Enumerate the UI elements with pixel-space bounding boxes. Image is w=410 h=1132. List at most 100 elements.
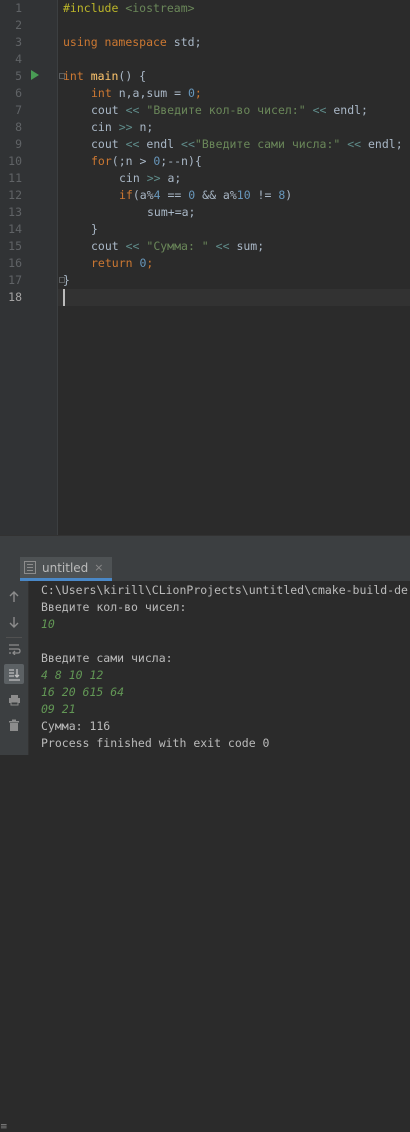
- line-number: 1: [15, 1, 22, 15]
- line-number: 7: [15, 103, 22, 117]
- line-number: 14: [8, 222, 22, 236]
- soft-wrap-icon[interactable]: [4, 639, 24, 659]
- code-line-17: }: [63, 273, 70, 287]
- code-line-12: if(a%4 == 0 && a%10 != 8): [119, 187, 292, 204]
- line-number: 16: [8, 256, 22, 270]
- line-number: 4: [15, 52, 22, 66]
- code-line-8: cin >> n;: [91, 119, 153, 136]
- code-line-15: cout << "Сумма: " << sum;: [91, 238, 264, 255]
- number-literal: 4: [153, 188, 161, 202]
- console-line-prompt: Введите кол-во чисел:: [41, 600, 187, 614]
- console-line-prompt: Введите сами числа:: [41, 651, 173, 665]
- tool-window-options-icon[interactable]: ≡: [0, 1122, 8, 1132]
- toolbar-separator: [6, 637, 22, 638]
- code-text: endl;: [326, 103, 368, 117]
- semicolon: ;: [146, 256, 154, 270]
- code-text: !=: [250, 188, 279, 202]
- tab-untitled[interactable]: untitled ×: [20, 557, 112, 581]
- code-line-5: int main() {: [63, 68, 146, 85]
- function-name: main: [83, 69, 119, 83]
- run-icon[interactable]: [31, 70, 39, 80]
- line-number: 5: [15, 69, 22, 83]
- console-output[interactable]: C:\Users\kirill\CLionProjects\untitled\c…: [29, 581, 410, 755]
- print-icon[interactable]: [4, 690, 24, 710]
- line-number: 9: [15, 137, 22, 151]
- number-literal: 0: [132, 256, 147, 270]
- scroll-to-end-icon[interactable]: [4, 664, 24, 684]
- string-literal: "Введите кол-во чисел:": [139, 103, 306, 117]
- console-line-input: 16 20 615 64: [41, 685, 125, 699]
- number-literal: 10: [236, 188, 251, 202]
- code-text: endl;: [361, 137, 403, 151]
- code-line-1: #include <iostream>: [63, 0, 195, 17]
- code-line-13: sum+=a;: [147, 205, 196, 219]
- line-number: 8: [15, 120, 22, 134]
- code-text: cin: [91, 120, 119, 134]
- code-text: () {: [118, 69, 147, 83]
- code-line-7: cout << "Введите кол-во чисел:" << endl;: [91, 102, 368, 119]
- string-literal: "Введите сами числа:": [194, 137, 341, 151]
- code-text: ): [285, 188, 293, 202]
- code-text: ;--n){: [160, 154, 202, 168]
- code-line-9: cout << endl <<"Введите сами числа:" << …: [91, 136, 403, 153]
- line-number: 13: [8, 205, 22, 219]
- console-line-input: 09 21: [41, 702, 76, 716]
- code-editor[interactable]: 1 2 3 4 5 6 7 8 9 10 11 12 13 14 15 16 1…: [0, 0, 410, 535]
- current-line-highlight: [58, 289, 410, 306]
- preprocessor-directive: #include: [63, 1, 119, 15]
- keyword: for: [91, 154, 112, 168]
- code-line-14: }: [91, 222, 98, 236]
- string-literal: "Сумма: ": [139, 239, 209, 253]
- console-line-result: Сумма: 116: [41, 719, 111, 733]
- console-icon: [24, 561, 36, 574]
- line-number: 6: [15, 86, 22, 100]
- keyword: int: [63, 69, 84, 83]
- code-line-11: cin >> a;: [119, 170, 181, 187]
- code-text: (a%: [132, 188, 154, 202]
- code-text: (;n >: [111, 154, 154, 168]
- operator: <<: [125, 239, 140, 253]
- console-line-input: 10: [41, 617, 55, 631]
- operator: <<: [125, 137, 140, 151]
- code-text: cin: [119, 171, 147, 185]
- code-line-10: for(;n > 0;--n){: [91, 153, 202, 170]
- code-text: n,a,sum =: [111, 86, 188, 100]
- keyword: int: [91, 86, 112, 100]
- line-number: 10: [8, 154, 22, 168]
- code-line-6: int n,a,sum = 0;: [91, 85, 202, 102]
- operator: <<: [340, 137, 362, 151]
- code-text: cout: [91, 137, 126, 151]
- panel-splitter[interactable]: [0, 535, 410, 558]
- code-text: ==: [160, 188, 189, 202]
- include-header: <iostream>: [118, 1, 195, 15]
- arrow-down-icon[interactable]: [4, 612, 24, 632]
- run-toolbar: [0, 581, 29, 755]
- close-icon[interactable]: ×: [94, 561, 103, 574]
- code-text: sum;: [229, 239, 265, 253]
- keyword: return: [91, 256, 133, 270]
- text-cursor: [63, 289, 65, 306]
- run-tab-bar: ≡ untitled ×: [0, 557, 410, 1132]
- gutter-separator: [57, 0, 58, 535]
- arrow-up-icon[interactable]: [4, 587, 24, 607]
- operator: <<: [208, 239, 230, 253]
- operator: <<: [125, 103, 140, 117]
- code-text: a;: [160, 171, 182, 185]
- operator: >>: [118, 120, 133, 134]
- keyword: if: [119, 188, 133, 202]
- console-line-input: 4 8 10 12: [41, 668, 104, 682]
- line-number-current: 18: [8, 290, 22, 304]
- code-text: cout: [91, 239, 126, 253]
- line-number: 2: [15, 18, 22, 32]
- console-line-path: C:\Users\kirill\CLionProjects\untitled\c…: [41, 583, 408, 597]
- line-number: 17: [8, 273, 22, 287]
- keyword: using: [63, 35, 98, 49]
- console-line-exit: Process finished with exit code 0: [41, 736, 270, 750]
- trash-icon[interactable]: [4, 715, 24, 735]
- code-text: && a%: [195, 188, 237, 202]
- line-number: 12: [8, 188, 22, 202]
- code-text: n;: [132, 120, 154, 134]
- code-text: endl: [139, 137, 182, 151]
- operator: <<: [305, 103, 327, 117]
- number-literal: 0: [187, 86, 195, 100]
